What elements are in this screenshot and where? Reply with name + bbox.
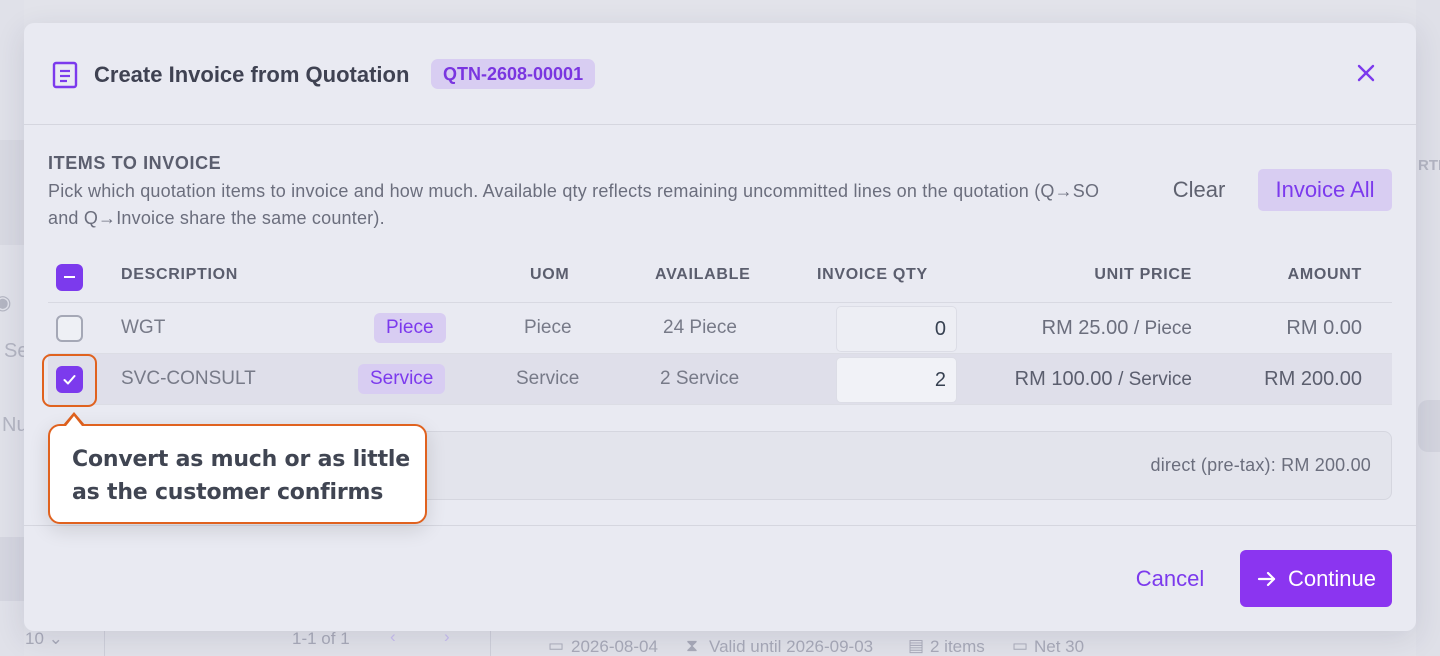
column-amount: AMOUNT	[1287, 266, 1362, 283]
table-header: DESCRIPTION UOM AVAILABLE INVOICE QTY UN…	[48, 251, 1392, 303]
section-title: ITEMS TO INVOICE	[48, 153, 222, 173]
cancel-button[interactable]: Cancel	[1120, 551, 1220, 607]
invoice-qty-input[interactable]: 0	[836, 306, 957, 352]
valid-until: Valid until 2026-09-03	[709, 637, 874, 656]
tooltip-text: Convert as much or as little as the cust…	[72, 447, 410, 505]
line-amount: RM 200.00	[1264, 368, 1362, 390]
footer-divider	[24, 525, 1416, 526]
unit-price: RM 25.00 / Piece	[1042, 317, 1192, 340]
invoice-all-button[interactable]: Invoice All	[1258, 169, 1392, 211]
modal-title: Create Invoice from Quotation	[94, 62, 410, 87]
create-invoice-modal: Create Invoice from Quotation QTN-2608-0…	[24, 23, 1416, 631]
unit-price-uom: / Service	[1118, 369, 1192, 390]
column-unit-price: UNIT PRICE	[1094, 266, 1192, 283]
background-eye-icon: ◉	[0, 292, 12, 314]
item-type-tag: Service	[358, 364, 446, 394]
item-code: SVC-CONSULT	[121, 368, 256, 389]
document-icon	[52, 61, 78, 89]
column-invoice-qty: INVOICE QTY	[817, 266, 928, 283]
hourglass-icon: ⧗	[686, 636, 698, 655]
select-all-checkbox[interactable]	[56, 264, 83, 291]
invoice-qty-input[interactable]: 2	[836, 357, 957, 403]
unit-price-value: RM 100.00	[1014, 368, 1113, 390]
page-size-value: 10	[25, 629, 44, 648]
column-uom: UOM	[530, 266, 570, 283]
line-amount: RM 0.00	[1286, 317, 1362, 339]
payment-terms: Net 30	[1034, 637, 1085, 656]
background-left-panel-2	[0, 537, 24, 601]
item-code: WGT	[121, 317, 166, 338]
background-right-button	[1418, 400, 1440, 452]
item-uom: Service	[516, 368, 580, 389]
column-description: DESCRIPTION	[121, 266, 239, 283]
background-left-panel	[0, 140, 24, 245]
tooltip-callout: Convert as much or as little as the cust…	[48, 424, 427, 524]
close-icon[interactable]	[1354, 61, 1378, 85]
checkbox-highlight-ring	[42, 354, 97, 407]
item-type-tag: Piece	[374, 313, 446, 343]
unit-price-value: RM 25.00	[1041, 317, 1129, 339]
item-available: 2 Service	[660, 368, 740, 389]
table-row: WGT Piece Piece 24 Piece 0 RM 25.00 / Pi…	[48, 303, 1392, 354]
section-description: Pick which quotation items to invoice an…	[48, 181, 1100, 228]
row-checkbox[interactable]	[56, 315, 83, 342]
item-uom: Piece	[524, 317, 572, 338]
terms-icon: ▭	[1012, 636, 1029, 655]
item-count: 2 items	[930, 637, 985, 656]
unit-price: RM 100.00 / Service	[1015, 368, 1192, 391]
quotation-date: 2026-08-04	[571, 637, 658, 656]
background-right-edge	[1416, 0, 1440, 656]
quotation-ref-badge: QTN-2608-00001	[431, 59, 596, 89]
modal-header: Create Invoice from Quotation QTN-2608-0…	[24, 23, 1416, 125]
summary-total: direct (pre-tax): RM 200.00	[1150, 455, 1371, 475]
items-table: DESCRIPTION UOM AVAILABLE INVOICE QTY UN…	[48, 251, 1392, 405]
tooltip-arrow-fill	[66, 416, 82, 426]
continue-button[interactable]: Continue	[1240, 550, 1392, 607]
column-available: AVAILABLE	[655, 266, 751, 283]
arrow-right-icon	[1257, 571, 1276, 586]
background-header-fragment: RTE	[1418, 157, 1440, 174]
list-icon: ▤	[908, 636, 925, 655]
table-row: SVC-CONSULT Service Service 2 Service 2 …	[48, 354, 1392, 405]
continue-label: Continue	[1287, 566, 1377, 591]
calendar-icon: ▭	[548, 636, 565, 655]
pagination-range: 1-1 of 1	[292, 629, 350, 648]
page-size-select: 10 ⌄	[25, 629, 63, 648]
unit-price-uom: / Piece	[1133, 318, 1192, 339]
item-available: 24 Piece	[663, 317, 737, 338]
clear-button[interactable]: Clear	[1158, 169, 1240, 211]
close-icon-glyph	[1357, 64, 1375, 82]
